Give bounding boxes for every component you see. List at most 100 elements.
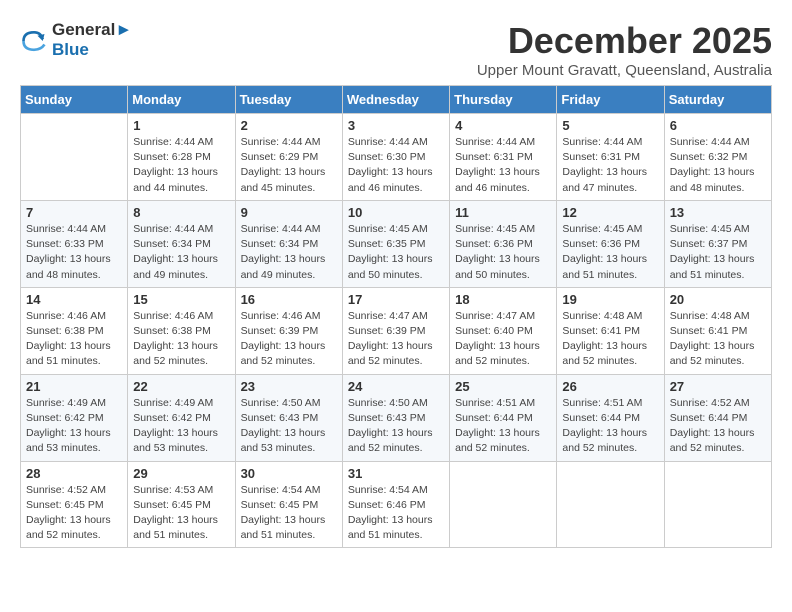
table-cell xyxy=(21,114,128,201)
day-number: 2 xyxy=(241,118,337,133)
day-info: Sunrise: 4:49 AMSunset: 6:42 PMDaylight:… xyxy=(133,396,229,457)
day-info: Sunrise: 4:54 AMSunset: 6:46 PMDaylight:… xyxy=(348,483,444,544)
table-cell: 16 Sunrise: 4:46 AMSunset: 6:39 PMDayligh… xyxy=(235,287,342,374)
day-number: 22 xyxy=(133,379,229,394)
table-cell: 9 Sunrise: 4:44 AMSunset: 6:34 PMDaylight… xyxy=(235,200,342,287)
col-tuesday: Tuesday xyxy=(235,86,342,114)
table-cell: 30 Sunrise: 4:54 AMSunset: 6:45 PMDayligh… xyxy=(235,461,342,548)
day-info: Sunrise: 4:46 AMSunset: 6:38 PMDaylight:… xyxy=(133,309,229,370)
day-number: 27 xyxy=(670,379,766,394)
day-number: 19 xyxy=(562,292,658,307)
table-cell: 12Sunrise: 4:45 AMSunset: 6:36 PMDayligh… xyxy=(557,200,664,287)
table-cell: 19 Sunrise: 4:48 AMSunset: 6:41 PMDayligh… xyxy=(557,287,664,374)
table-cell: 15Sunrise: 4:46 AMSunset: 6:38 PMDayligh… xyxy=(128,287,235,374)
day-number: 11 xyxy=(455,205,551,220)
day-number: 20 xyxy=(670,292,766,307)
day-number: 16 xyxy=(241,292,337,307)
day-number: 31 xyxy=(348,466,444,481)
day-info: Sunrise: 4:44 AMSunset: 6:32 PMDaylight:… xyxy=(670,135,766,196)
day-number: 18 xyxy=(455,292,551,307)
day-number: 30 xyxy=(241,466,337,481)
col-sunday: Sunday xyxy=(21,86,128,114)
table-cell: 1 Sunrise: 4:44 AMSunset: 6:28 PMDaylight… xyxy=(128,114,235,201)
day-number: 21 xyxy=(26,379,122,394)
day-info: Sunrise: 4:48 AMSunset: 6:41 PMDaylight:… xyxy=(670,309,766,370)
day-info: Sunrise: 4:53 AMSunset: 6:45 PMDaylight:… xyxy=(133,483,229,544)
table-cell: 18 Sunrise: 4:47 AMSunset: 6:40 PMDayligh… xyxy=(450,287,557,374)
day-number: 3 xyxy=(348,118,444,133)
table-cell: 10 Sunrise: 4:45 AMSunset: 6:35 PMDayligh… xyxy=(342,200,449,287)
day-info: Sunrise: 4:44 AMSunset: 6:30 PMDaylight:… xyxy=(348,135,444,196)
calendar-week-4: 21 Sunrise: 4:49 AMSunset: 6:42 PMDayligh… xyxy=(21,374,772,461)
day-info: Sunrise: 4:44 AMSunset: 6:34 PMDaylight:… xyxy=(133,222,229,283)
day-number: 5 xyxy=(562,118,658,133)
table-cell: 6 Sunrise: 4:44 AMSunset: 6:32 PMDaylight… xyxy=(664,114,771,201)
logo-icon xyxy=(20,27,48,55)
calendar-week-1: 1 Sunrise: 4:44 AMSunset: 6:28 PMDaylight… xyxy=(21,114,772,201)
table-cell: 13 Sunrise: 4:45 AMSunset: 6:37 PMDayligh… xyxy=(664,200,771,287)
table-cell: 27Sunrise: 4:52 AMSunset: 6:44 PMDayligh… xyxy=(664,374,771,461)
day-info: Sunrise: 4:50 AMSunset: 6:43 PMDaylight:… xyxy=(348,396,444,457)
table-cell: 25 Sunrise: 4:51 AMSunset: 6:44 PMDayligh… xyxy=(450,374,557,461)
day-number: 23 xyxy=(241,379,337,394)
day-info: Sunrise: 4:44 AMSunset: 6:31 PMDaylight:… xyxy=(455,135,551,196)
col-thursday: Thursday xyxy=(450,86,557,114)
day-number: 13 xyxy=(670,205,766,220)
table-cell: 2 Sunrise: 4:44 AMSunset: 6:29 PMDaylight… xyxy=(235,114,342,201)
table-cell: 8 Sunrise: 4:44 AMSunset: 6:34 PMDaylight… xyxy=(128,200,235,287)
day-number: 6 xyxy=(670,118,766,133)
col-monday: Monday xyxy=(128,86,235,114)
day-info: Sunrise: 4:46 AMSunset: 6:38 PMDaylight:… xyxy=(26,309,122,370)
table-cell: 26 Sunrise: 4:51 AMSunset: 6:44 PMDayligh… xyxy=(557,374,664,461)
table-cell: 5Sunrise: 4:44 AMSunset: 6:31 PMDaylight… xyxy=(557,114,664,201)
day-info: Sunrise: 4:47 AMSunset: 6:40 PMDaylight:… xyxy=(455,309,551,370)
table-cell: 24Sunrise: 4:50 AMSunset: 6:43 PMDayligh… xyxy=(342,374,449,461)
day-info: Sunrise: 4:44 AMSunset: 6:29 PMDaylight:… xyxy=(241,135,337,196)
day-number: 28 xyxy=(26,466,122,481)
day-info: Sunrise: 4:46 AMSunset: 6:39 PMDaylight:… xyxy=(241,309,337,370)
day-number: 14 xyxy=(26,292,122,307)
day-info: Sunrise: 4:50 AMSunset: 6:43 PMDaylight:… xyxy=(241,396,337,457)
table-cell: 7Sunrise: 4:44 AMSunset: 6:33 PMDaylight… xyxy=(21,200,128,287)
day-info: Sunrise: 4:44 AMSunset: 6:33 PMDaylight:… xyxy=(26,222,122,283)
day-number: 8 xyxy=(133,205,229,220)
table-cell xyxy=(450,461,557,548)
day-number: 9 xyxy=(241,205,337,220)
day-number: 1 xyxy=(133,118,229,133)
table-cell: 4 Sunrise: 4:44 AMSunset: 6:31 PMDaylight… xyxy=(450,114,557,201)
day-number: 26 xyxy=(562,379,658,394)
table-cell: 3 Sunrise: 4:44 AMSunset: 6:30 PMDaylight… xyxy=(342,114,449,201)
calendar-week-2: 7Sunrise: 4:44 AMSunset: 6:33 PMDaylight… xyxy=(21,200,772,287)
calendar-week-5: 28Sunrise: 4:52 AMSunset: 6:45 PMDayligh… xyxy=(21,461,772,548)
day-number: 25 xyxy=(455,379,551,394)
day-number: 10 xyxy=(348,205,444,220)
table-cell: 29 Sunrise: 4:53 AMSunset: 6:45 PMDayligh… xyxy=(128,461,235,548)
day-info: Sunrise: 4:48 AMSunset: 6:41 PMDaylight:… xyxy=(562,309,658,370)
day-number: 29 xyxy=(133,466,229,481)
day-info: Sunrise: 4:47 AMSunset: 6:39 PMDaylight:… xyxy=(348,309,444,370)
day-info: Sunrise: 4:45 AMSunset: 6:37 PMDaylight:… xyxy=(670,222,766,283)
day-info: Sunrise: 4:44 AMSunset: 6:34 PMDaylight:… xyxy=(241,222,337,283)
table-cell: 31 Sunrise: 4:54 AMSunset: 6:46 PMDayligh… xyxy=(342,461,449,548)
table-cell: 28Sunrise: 4:52 AMSunset: 6:45 PMDayligh… xyxy=(21,461,128,548)
table-cell xyxy=(557,461,664,548)
day-number: 17 xyxy=(348,292,444,307)
day-info: Sunrise: 4:54 AMSunset: 6:45 PMDaylight:… xyxy=(241,483,337,544)
subtitle: Upper Mount Gravatt, Queensland, Austral… xyxy=(477,62,772,79)
day-number: 4 xyxy=(455,118,551,133)
calendar-table: Sunday Monday Tuesday Wednesday Thursday… xyxy=(20,85,772,548)
table-cell: 11 Sunrise: 4:45 AMSunset: 6:36 PMDayligh… xyxy=(450,200,557,287)
table-cell: 20 Sunrise: 4:48 AMSunset: 6:41 PMDayligh… xyxy=(664,287,771,374)
title-section: December 2025 Upper Mount Gravatt, Queen… xyxy=(477,20,772,79)
logo: General► Blue xyxy=(20,20,132,59)
day-info: Sunrise: 4:45 AMSunset: 6:35 PMDaylight:… xyxy=(348,222,444,283)
day-info: Sunrise: 4:45 AMSunset: 6:36 PMDaylight:… xyxy=(455,222,551,283)
day-info: Sunrise: 4:51 AMSunset: 6:44 PMDaylight:… xyxy=(562,396,658,457)
logo-text: General► Blue xyxy=(52,20,132,59)
col-saturday: Saturday xyxy=(664,86,771,114)
col-wednesday: Wednesday xyxy=(342,86,449,114)
day-info: Sunrise: 4:51 AMSunset: 6:44 PMDaylight:… xyxy=(455,396,551,457)
table-cell: 21Sunrise: 4:49 AMSunset: 6:42 PMDayligh… xyxy=(21,374,128,461)
col-friday: Friday xyxy=(557,86,664,114)
day-info: Sunrise: 4:44 AMSunset: 6:28 PMDaylight:… xyxy=(133,135,229,196)
